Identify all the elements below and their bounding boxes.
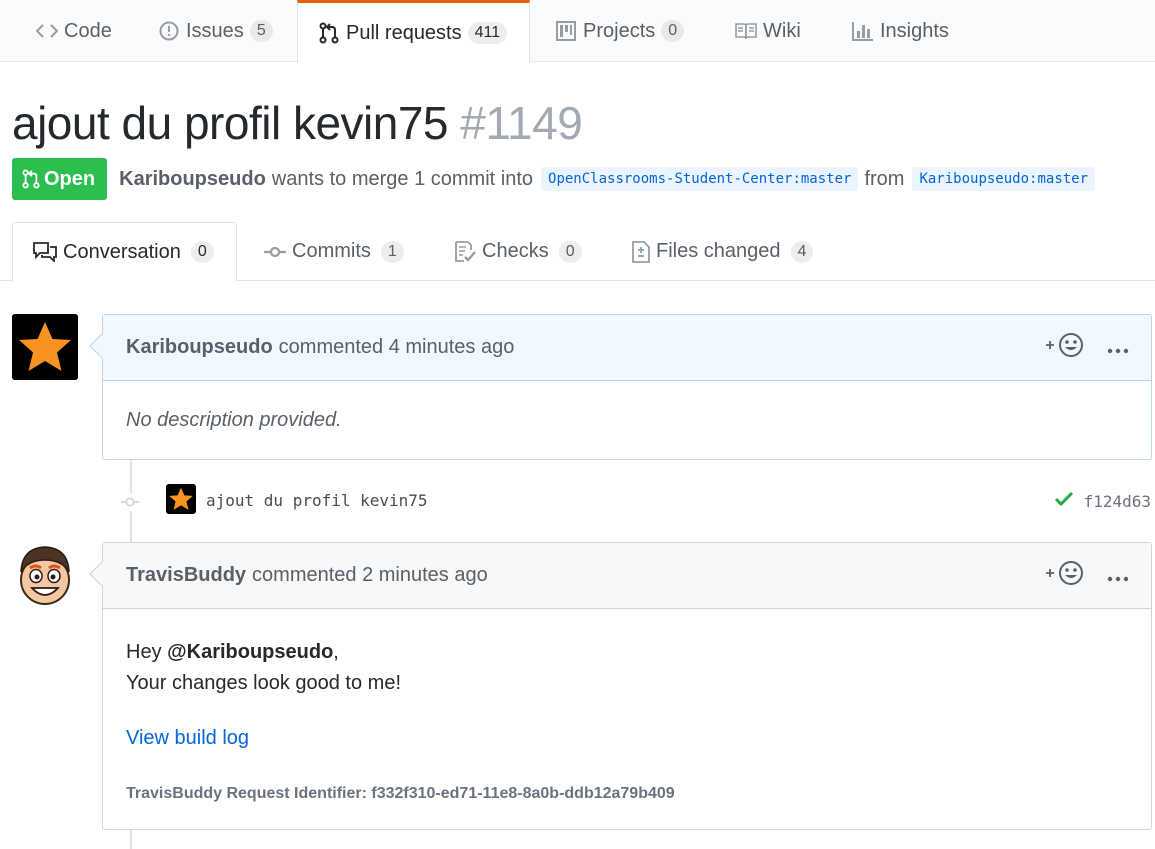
- tab-pulls-label: Pull requests: [346, 21, 462, 44]
- kebab-horizontal-icon[interactable]: [1107, 565, 1129, 588]
- issue-opened-icon: [158, 20, 180, 42]
- tab-wiki[interactable]: Wiki: [735, 0, 801, 62]
- tab-pull-requests[interactable]: Pull requests 411: [297, 0, 530, 63]
- comment-box: Kariboupseudo commented 4 minutes ago No…: [89, 314, 1152, 460]
- graph-icon: [852, 20, 874, 42]
- user-mention[interactable]: @Kariboupseudo: [167, 641, 333, 663]
- commit-message[interactable]: ajout du profil kevin75: [206, 491, 428, 510]
- git-pull-request-icon: [22, 169, 40, 189]
- checks-counter: 0: [558, 240, 582, 263]
- request-identifier: TravisBuddy Request Identifier: f332f310…: [126, 785, 675, 802]
- tab-insights[interactable]: Insights: [852, 0, 949, 62]
- status-label: Open: [44, 167, 96, 190]
- comment-box: TravisBuddy commented 2 minutes ago Hey …: [89, 542, 1152, 830]
- avatar[interactable]: [12, 542, 78, 608]
- comment-timestamp[interactable]: commented 4 minutes ago: [279, 336, 515, 359]
- commit-sha[interactable]: f124d63: [1084, 492, 1151, 511]
- conversation-counter: 0: [190, 241, 214, 263]
- greeting-prefix: Hey: [126, 641, 168, 663]
- avatar[interactable]: [166, 484, 196, 514]
- comment-timestamp[interactable]: commented 2 minutes ago: [252, 564, 488, 587]
- base-branch[interactable]: OpenClassrooms-Student-Center:master: [541, 167, 859, 191]
- tab-issues-label: Issues: [186, 19, 244, 42]
- commit-sha-group: f124d63: [1054, 491, 1151, 511]
- tab-conversation[interactable]: Conversation 0: [12, 222, 237, 282]
- tab-insights-label: Insights: [880, 19, 949, 42]
- pr-meta: Open Kariboupseudo wants to merge 1 comm…: [12, 158, 1101, 200]
- comment-author[interactable]: TravisBuddy: [126, 564, 246, 587]
- tab-checks-label: Checks: [482, 240, 549, 262]
- tab-projects[interactable]: Projects 0: [555, 0, 685, 62]
- comment-actions: [1045, 543, 1129, 609]
- tab-files-changed[interactable]: Files changed 4: [632, 222, 814, 281]
- repo-nav: Code Issues 5 Pull requests 411 Projects…: [0, 0, 1155, 63]
- git-commit-icon: [121, 493, 139, 511]
- tab-commits[interactable]: Commits 1: [264, 222, 404, 281]
- pr-tabnav: Conversation 0 Commits 1 Checks 0 Files …: [0, 222, 1155, 282]
- head-branch[interactable]: Kariboupseudo:master: [912, 167, 1096, 191]
- projects-counter: 0: [661, 20, 685, 42]
- comment-author[interactable]: Kariboupseudo: [126, 336, 273, 359]
- avatar[interactable]: [12, 314, 78, 380]
- tab-code-label: Code: [64, 19, 112, 42]
- pr-title-text: ajout du profil kevin75: [12, 97, 449, 149]
- add-reaction-icon[interactable]: [1045, 560, 1085, 592]
- tab-checks[interactable]: Checks 0: [454, 222, 582, 281]
- comment-line-greeting: Hey @Kariboupseudo,: [126, 637, 1128, 668]
- book-icon: [735, 20, 757, 42]
- issues-counter: 5: [249, 20, 273, 42]
- comment-header: Kariboupseudo commented 4 minutes ago: [103, 315, 1151, 381]
- tab-issues[interactable]: Issues 5: [158, 0, 273, 62]
- comment-line-2: Your changes look good to me!: [126, 672, 402, 694]
- tab-commits-label: Commits: [292, 240, 371, 262]
- add-reaction-icon[interactable]: [1045, 332, 1085, 364]
- comment-actions: [1045, 315, 1129, 381]
- view-build-log-link[interactable]: View build log: [126, 727, 249, 749]
- comment-body: Hey @Kariboupseudo, Your changes look go…: [103, 609, 1151, 828]
- commits-counter: 1: [380, 240, 404, 263]
- from-text: from: [864, 167, 905, 190]
- pr-author-link[interactable]: Kariboupseudo: [119, 168, 266, 191]
- tab-conversation-label: Conversation: [63, 240, 181, 263]
- code-icon: [36, 20, 58, 42]
- checklist-icon: [454, 240, 476, 263]
- greeting-suffix: ,: [333, 641, 339, 663]
- pulls-counter: 411: [467, 22, 508, 44]
- kebab-horizontal-icon[interactable]: [1107, 337, 1129, 360]
- comment-discussion-icon: [33, 242, 57, 262]
- git-pull-request-icon: [318, 22, 340, 44]
- files-counter: 4: [790, 240, 814, 263]
- comment-body: No description provided.: [126, 409, 342, 431]
- project-icon: [555, 20, 577, 42]
- status-badge: Open: [12, 158, 108, 200]
- file-diff-icon: [632, 240, 650, 263]
- comment-header: TravisBuddy commented 2 minutes ago: [103, 543, 1151, 609]
- timeline-commit: ajout du profil kevin75 f124d63: [120, 484, 1155, 518]
- tab-projects-label: Projects: [583, 19, 656, 42]
- tab-code[interactable]: Code: [36, 0, 112, 62]
- git-commit-icon: [264, 246, 286, 258]
- pr-number: #1149: [460, 97, 583, 149]
- tab-files-label: Files changed: [656, 240, 781, 262]
- page-title: ajout du profil kevin75 #1149: [12, 96, 583, 150]
- merge-text: wants to merge 1 commit into: [271, 167, 534, 190]
- check-icon[interactable]: [1054, 491, 1074, 511]
- tab-wiki-label: Wiki: [763, 19, 801, 42]
